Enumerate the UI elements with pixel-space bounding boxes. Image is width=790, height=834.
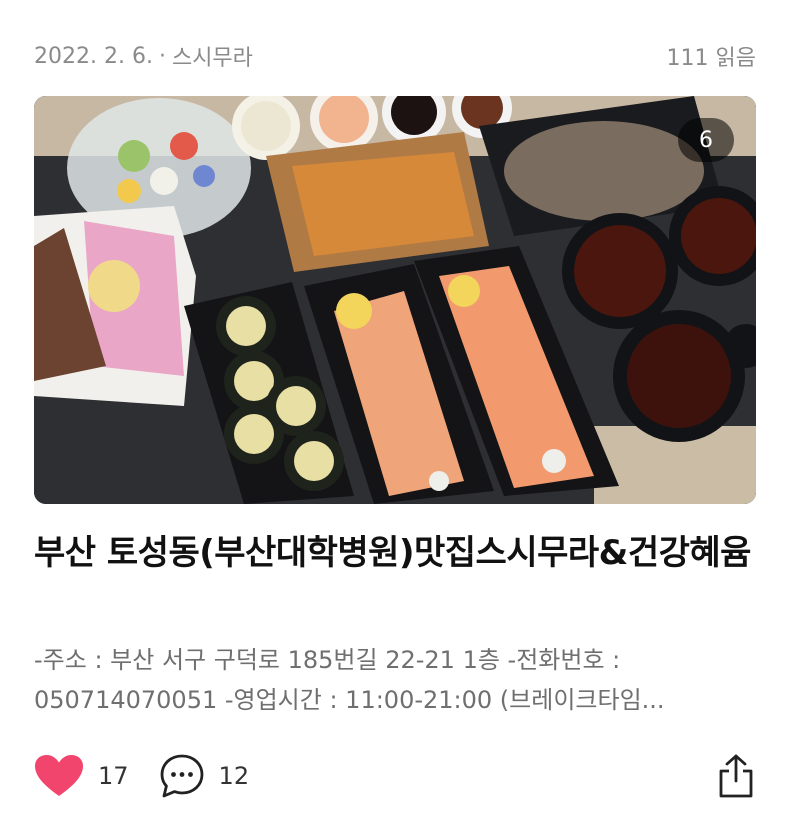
post-category[interactable]: 스시무라 [172, 40, 253, 72]
comment-count: 12 [218, 762, 250, 790]
post-actions: 17 12 [34, 748, 756, 804]
post-title[interactable]: 부산 토성동(부산대학병원)맛집스시무라&건강혜윰 [34, 528, 758, 578]
comment-button[interactable]: 12 [159, 753, 250, 799]
photo-count: 6 [699, 127, 713, 153]
excerpt-line-1: -주소 : 부산 서구 구덕로 185번길 22-21 1층 -전화번호 : [34, 646, 621, 674]
post-excerpt[interactable]: -주소 : 부산 서구 구덕로 185번길 22-21 1층 -전화번호 : 0… [34, 640, 758, 720]
food-photo-illustration [34, 96, 756, 504]
post-meta-left: 2022. 2. 6. · 스시무라 [34, 40, 253, 72]
share-button[interactable] [716, 753, 756, 799]
speech-bubble-icon [160, 754, 203, 798]
read-count: 111 읽음 [666, 46, 756, 71]
like-count: 17 [98, 762, 129, 790]
post-meta-row: 2022. 2. 6. · 스시무라 111 읽음 [34, 40, 756, 72]
like-button[interactable]: 17 [34, 754, 129, 798]
post-photo[interactable]: 6 [34, 96, 756, 504]
excerpt-line-2: 050714070051 -영업시간 : 11:00-21:00 (브레이크타임… [34, 686, 665, 714]
meta-separator: · [158, 43, 166, 69]
heart-icon [35, 755, 83, 796]
photo-count-badge: 6 [678, 118, 734, 162]
share-icon [719, 754, 753, 798]
post-date: 2022. 2. 6. [34, 43, 153, 69]
